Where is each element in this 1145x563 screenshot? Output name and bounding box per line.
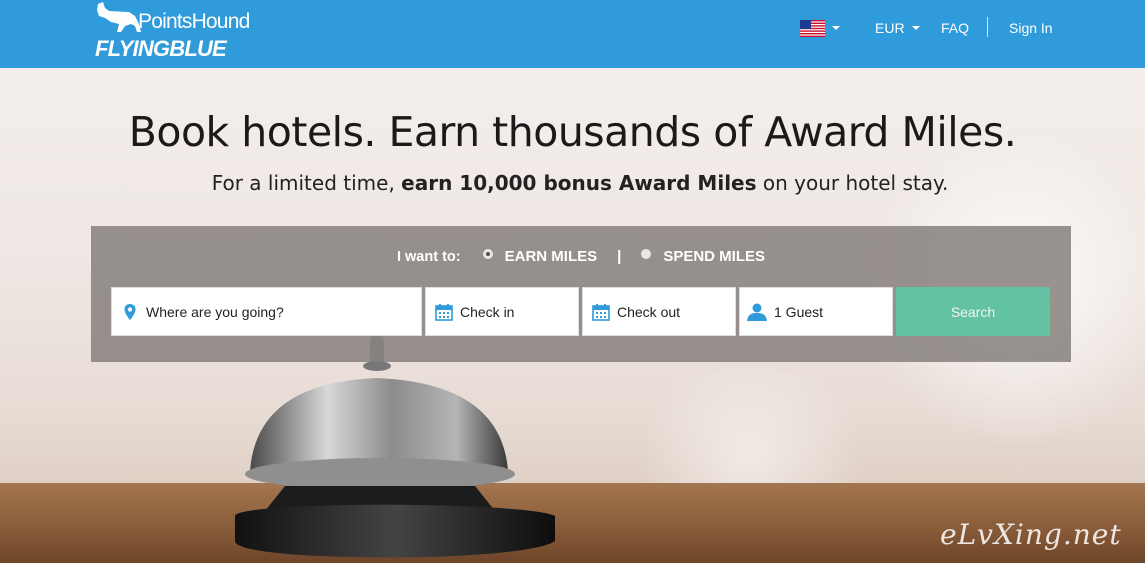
hotel-search-panel: I want to: EARN MILES | SPEND MILES Wher…: [91, 226, 1071, 362]
nav-divider: [987, 17, 988, 37]
page-headline: Book hotels. Earn thousands of Award Mil…: [128, 108, 1017, 156]
service-bell-image: [235, 336, 555, 558]
promo-suffix: on your hotel stay.: [756, 171, 949, 195]
language-selector[interactable]: [800, 0, 840, 56]
site-logo[interactable]: PointsHound FLYINGBLUE: [95, 2, 250, 62]
us-flag-icon: [800, 19, 825, 37]
mode-separator: |: [617, 248, 622, 265]
destination-input[interactable]: Where are you going?: [111, 287, 422, 336]
check-out-placeholder: Check out: [617, 303, 681, 320]
check-in-placeholder: Check in: [460, 303, 515, 320]
dog-logo-icon: [97, 2, 141, 32]
hero-section: Book hotels. Earn thousands of Award Mil…: [0, 68, 1145, 563]
chevron-down-icon: [911, 26, 920, 30]
calendar-icon: [435, 303, 453, 321]
spend-miles-label[interactable]: SPEND MILES: [663, 248, 765, 265]
calendar-icon: [592, 303, 610, 321]
search-button[interactable]: Search: [896, 287, 1050, 336]
miles-mode-selector: I want to: EARN MILES | SPEND MILES: [91, 248, 1071, 265]
earn-miles-radio[interactable]: [482, 248, 493, 259]
chevron-down-icon: [832, 26, 840, 30]
earn-miles-label[interactable]: EARN MILES: [505, 248, 598, 265]
faq-link[interactable]: FAQ: [941, 0, 969, 56]
currency-label: EUR: [875, 20, 905, 36]
location-pin-icon: [124, 303, 136, 320]
top-navigation-bar: PointsHound FLYINGBLUE EUR FAQ Sign In: [0, 0, 1145, 68]
brand-flyingblue: FLYINGBLUE: [95, 36, 227, 61]
guests-value: 1 Guest: [774, 303, 824, 320]
promo-prefix: For a limited time,: [211, 171, 402, 195]
promo-highlight: earn 10,000 bonus Award Miles: [401, 171, 757, 195]
check-out-input[interactable]: Check out: [582, 287, 736, 336]
mode-label: I want to:: [396, 248, 461, 265]
currency-selector[interactable]: EUR: [875, 0, 920, 56]
watermark-text: eLvXing.net: [940, 518, 1122, 551]
promo-subheadline: For a limited time, earn 10,000 bonus Aw…: [0, 171, 1145, 195]
user-icon: [747, 303, 767, 321]
destination-placeholder: Where are you going?: [146, 303, 284, 320]
sign-in-link[interactable]: Sign In: [1009, 0, 1053, 56]
spend-miles-radio[interactable]: [641, 248, 652, 259]
guests-selector[interactable]: 1 Guest: [739, 287, 893, 336]
brand-pointshound: PointsHound: [138, 10, 250, 33]
check-in-input[interactable]: Check in: [425, 287, 579, 336]
